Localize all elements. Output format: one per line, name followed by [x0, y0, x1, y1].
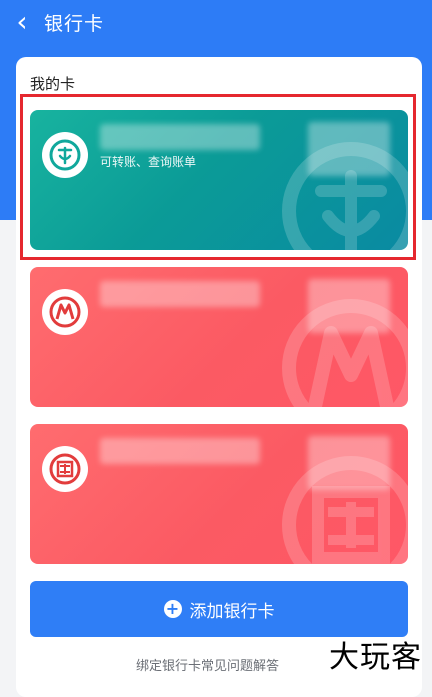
page-title: 银行卡 — [44, 12, 105, 35]
icbc-logo-svg — [49, 453, 81, 485]
bank-watermark-icon — [282, 142, 408, 250]
agricultural-bank-icon — [42, 132, 88, 178]
bind-card-faq-link[interactable]: 绑定银行卡常见问题解答 — [136, 655, 279, 674]
icbc-bank-icon — [42, 446, 88, 492]
add-bank-card-button[interactable]: + 添加银行卡 — [30, 581, 408, 637]
agricultural-bank-logo-svg — [49, 139, 81, 171]
masked-bank-name — [100, 438, 260, 464]
add-card-label: 添加银行卡 — [189, 601, 275, 622]
my-cards-panel: 我的卡 可转账、查询账单 + 添加银行卡 绑定银行卡常见问题解答 — [16, 57, 422, 697]
bank-watermark-icon — [282, 456, 408, 564]
bank-card-1[interactable]: 可转账、查询账单 — [30, 110, 408, 250]
plus-circle-icon: + — [163, 600, 182, 618]
chevron-left-icon: ‹ — [16, 5, 28, 38]
brand-watermark-logo: 大玩客 — [329, 640, 422, 675]
china-merchants-bank-icon — [42, 289, 88, 335]
back-button[interactable]: ‹ — [0, 0, 44, 44]
bank-card-3[interactable] — [30, 424, 408, 564]
masked-bank-name — [100, 124, 260, 150]
section-title: 我的卡 — [30, 75, 76, 93]
app-header: ‹ 银行卡 — [0, 0, 432, 44]
masked-bank-name — [100, 281, 260, 307]
card-subtitle: 可转账、查询账单 — [100, 155, 197, 169]
bank-card-2[interactable] — [30, 267, 408, 407]
merchants-bank-logo-svg — [49, 296, 81, 328]
bank-watermark-icon — [282, 299, 408, 407]
